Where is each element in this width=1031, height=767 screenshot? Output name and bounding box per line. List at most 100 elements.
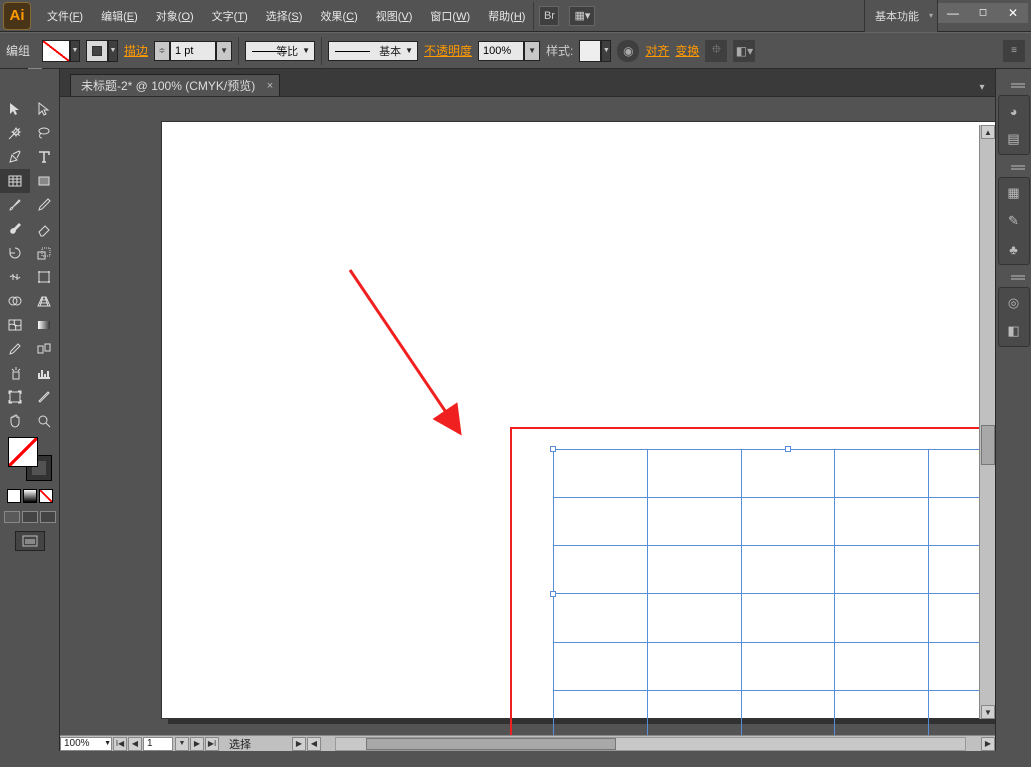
fill-stroke-indicator[interactable]: [8, 437, 52, 481]
zoom-tool[interactable]: [30, 409, 60, 433]
prev-artboard-button[interactable]: ◀: [128, 737, 142, 751]
type-tool[interactable]: [30, 145, 60, 169]
direct-selection-tool[interactable]: [30, 97, 60, 121]
zoom-level[interactable]: 100%▼: [60, 737, 112, 751]
free-transform-tool[interactable]: [30, 265, 60, 289]
stroke-weight-input[interactable]: [170, 41, 216, 61]
brush-combo[interactable]: 基本▼: [328, 41, 418, 61]
width-profile-combo[interactable]: 等比▼: [245, 41, 315, 61]
control-menu-icon[interactable]: ≡: [1003, 40, 1025, 62]
shape-builder-tool[interactable]: [0, 289, 30, 313]
menu-file[interactable]: 文件(F): [39, 3, 91, 29]
transform-link[interactable]: 变换: [675, 42, 699, 59]
bridge-icon[interactable]: Br: [539, 6, 559, 26]
pencil-tool[interactable]: [30, 193, 60, 217]
scale-tool[interactable]: [30, 241, 60, 265]
color-mode-solid[interactable]: [7, 489, 21, 503]
fill-swatch[interactable]: [42, 40, 70, 62]
arrange-docs-icon[interactable]: ▦▾: [569, 6, 595, 26]
perspective-grid-tool[interactable]: [30, 289, 60, 313]
selection-handle[interactable]: [550, 446, 556, 452]
width-tool[interactable]: [0, 265, 30, 289]
color-mode-none[interactable]: [39, 489, 53, 503]
artboard-number[interactable]: 1: [143, 737, 173, 751]
scroll-right-button[interactable]: ▶: [981, 737, 995, 751]
menu-view[interactable]: 视图(V): [368, 3, 421, 29]
screen-mode-button[interactable]: [15, 531, 45, 551]
menu-object[interactable]: 对象(O): [148, 3, 202, 29]
eyedropper-tool[interactable]: [0, 337, 30, 361]
stroke-swatch[interactable]: [86, 40, 108, 62]
color-guide-icon[interactable]: ▤: [1003, 128, 1025, 150]
brushes-panel-icon[interactable]: ✎: [1003, 210, 1025, 232]
symbols-panel-icon[interactable]: ♣: [1003, 238, 1025, 260]
draw-normal[interactable]: [4, 511, 20, 523]
artboard-tool[interactable]: [0, 385, 30, 409]
menu-window[interactable]: 窗口(W): [422, 3, 478, 29]
status-menu[interactable]: ▶: [292, 737, 306, 751]
maximize-button[interactable]: ◻: [968, 3, 998, 23]
scroll-down-button[interactable]: ▼: [981, 705, 995, 719]
draw-behind[interactable]: [22, 511, 38, 523]
rectangular-grid-tool[interactable]: [0, 169, 30, 193]
slice-tool[interactable]: [30, 385, 60, 409]
horizontal-scrollbar[interactable]: [335, 737, 966, 751]
scroll-up-button[interactable]: ▲: [981, 125, 995, 139]
scroll-left-button[interactable]: ◀: [307, 737, 321, 751]
workspace-switcher[interactable]: 基本功能: [864, 0, 938, 32]
mesh-tool[interactable]: [0, 313, 30, 337]
document-tab-close[interactable]: ×: [267, 80, 273, 92]
opacity-drop[interactable]: ▼: [524, 41, 540, 61]
first-artboard-button[interactable]: I◀: [113, 737, 127, 751]
stroke-panel-icon[interactable]: ◎: [1003, 292, 1025, 314]
selection-handle[interactable]: [785, 446, 791, 452]
next-artboard-button[interactable]: ▶: [190, 737, 204, 751]
hand-tool[interactable]: [0, 409, 30, 433]
rotate-tool[interactable]: [0, 241, 30, 265]
stroke-link[interactable]: 描边: [124, 42, 148, 59]
draw-inside[interactable]: [40, 511, 56, 523]
magic-wand-tool[interactable]: [0, 121, 30, 145]
rectangle-tool[interactable]: [30, 169, 60, 193]
style-drop[interactable]: ▼: [601, 40, 611, 62]
column-graph-tool[interactable]: [30, 361, 60, 385]
selection-handle[interactable]: [550, 591, 556, 597]
isolate-icon[interactable]: ⯐: [705, 40, 727, 62]
color-mode-gradient[interactable]: [23, 489, 37, 503]
recolor-icon[interactable]: ◉: [617, 40, 639, 62]
vertical-scrollbar[interactable]: ▲ ▼: [979, 125, 995, 719]
blend-tool[interactable]: [30, 337, 60, 361]
artboard-drop[interactable]: ▼: [175, 737, 189, 751]
stroke-weight-drop[interactable]: ▼: [216, 41, 232, 61]
right-panel-group-1[interactable]: ◕ ▤: [998, 95, 1030, 155]
document-tab[interactable]: 未标题-2* @ 100% (CMYK/预览) ×: [70, 74, 280, 96]
fill-indicator[interactable]: [8, 437, 38, 467]
pen-tool[interactable]: [0, 145, 30, 169]
stroke-dropdown[interactable]: ▼: [108, 40, 118, 62]
document-tab-menu[interactable]: ▾: [973, 78, 991, 96]
eraser-tool[interactable]: [30, 217, 60, 241]
style-swatch[interactable]: [579, 40, 601, 62]
minimize-button[interactable]: —: [938, 3, 968, 23]
blob-brush-tool[interactable]: [0, 217, 30, 241]
grid-object-selected[interactable]: [553, 449, 995, 735]
edit-clip-icon[interactable]: ◧▾: [733, 40, 755, 62]
gradient-panel-icon[interactable]: ◧: [1003, 320, 1025, 342]
menu-type[interactable]: 文字(T): [204, 3, 256, 29]
menu-select[interactable]: 选择(S): [258, 3, 311, 29]
stroke-weight-stepper[interactable]: ≑: [154, 41, 170, 61]
fill-dropdown[interactable]: ▼: [70, 40, 80, 62]
menu-help[interactable]: 帮助(H): [480, 3, 533, 29]
close-button[interactable]: ✕: [998, 3, 1028, 23]
selection-tool[interactable]: [0, 97, 30, 121]
right-panel-group-2[interactable]: ▦ ✎ ♣: [998, 177, 1030, 265]
paintbrush-tool[interactable]: [0, 193, 30, 217]
symbol-sprayer-tool[interactable]: [0, 361, 30, 385]
gradient-tool[interactable]: [30, 313, 60, 337]
vertical-scroll-thumb[interactable]: [981, 425, 995, 465]
menu-effect[interactable]: 效果(C): [312, 3, 365, 29]
canvas[interactable]: ▲ ▼: [60, 97, 995, 735]
menu-edit[interactable]: 编辑(E): [93, 3, 146, 29]
align-link[interactable]: 对齐: [645, 42, 669, 59]
opacity-input[interactable]: [478, 41, 524, 61]
